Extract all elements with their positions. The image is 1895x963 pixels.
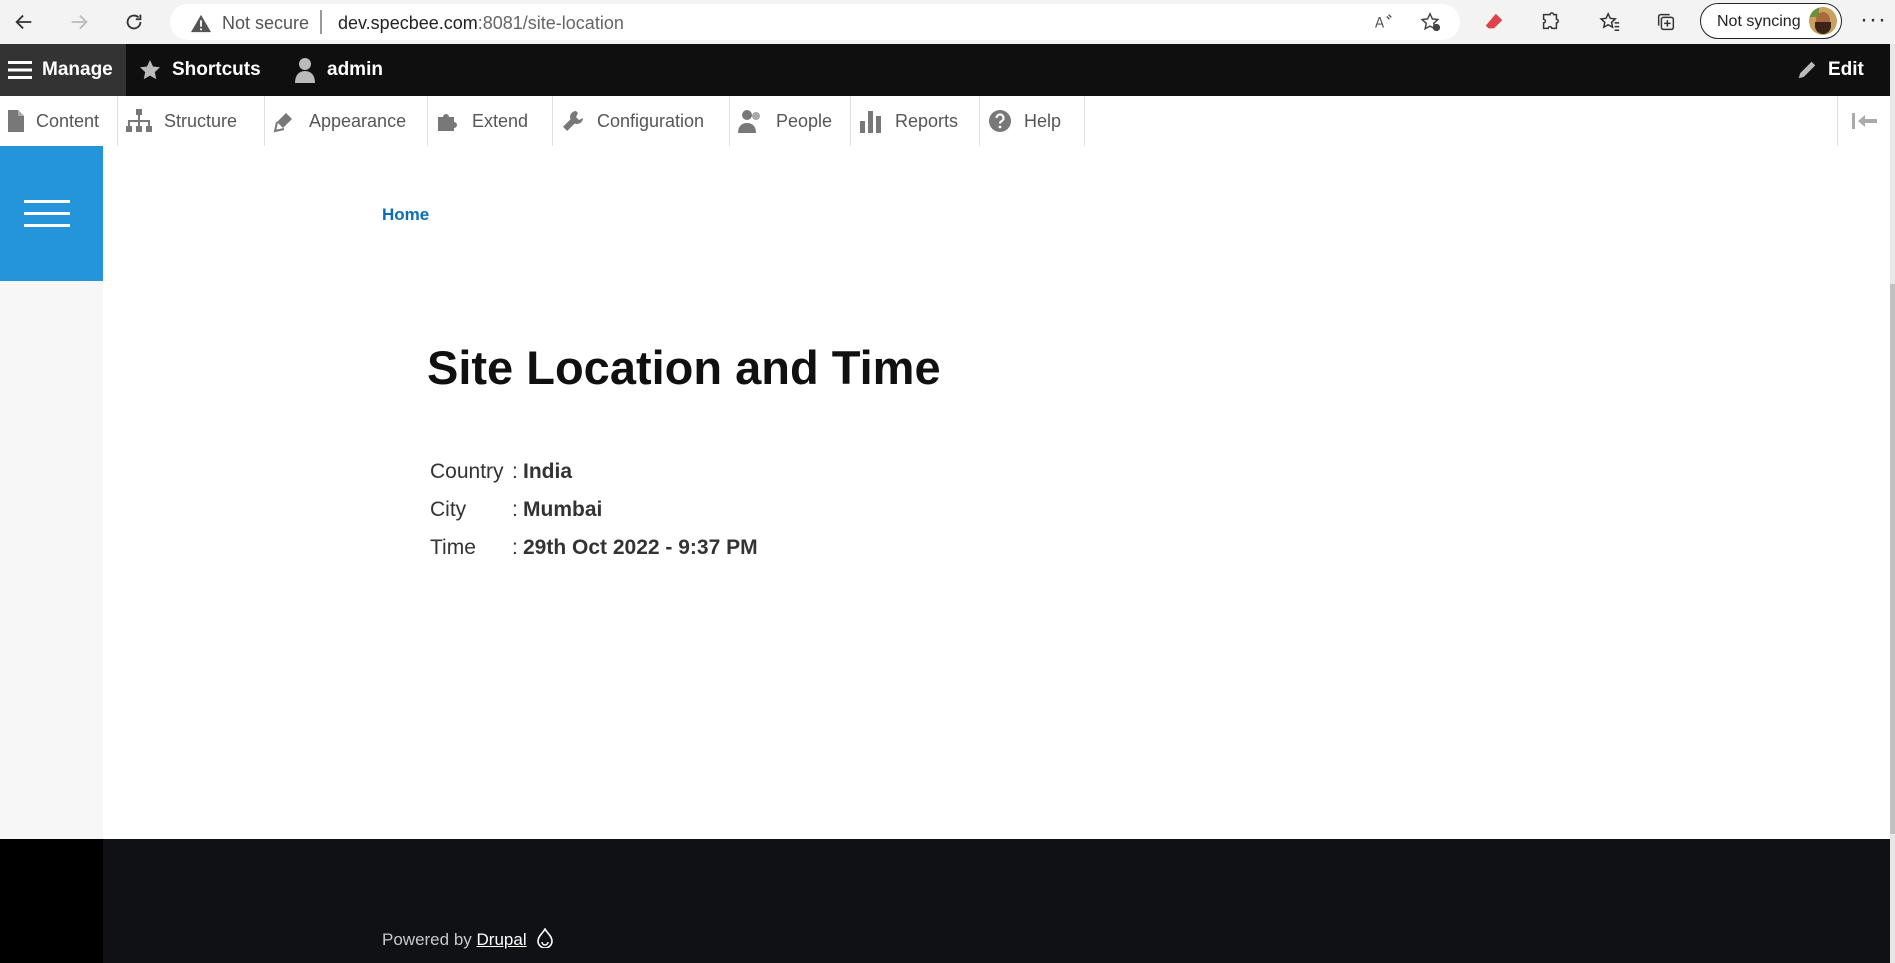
collapse-left-icon	[1851, 113, 1877, 129]
tray-item-structure[interactable]: Structure	[118, 96, 265, 146]
reload-button[interactable]	[120, 8, 148, 36]
info-label: City	[430, 498, 467, 521]
breadcrumb-home[interactable]: Home	[382, 205, 429, 225]
shortcuts-button[interactable]: Shortcuts	[130, 44, 261, 96]
favorite-button[interactable]	[1416, 8, 1444, 36]
tray-label-configuration: Configuration	[597, 110, 705, 131]
arrow-right-icon	[71, 14, 88, 30]
extensions-button[interactable]	[1536, 8, 1564, 36]
sync-label: Not syncing	[1717, 13, 1801, 30]
tray-item-content[interactable]: Content	[0, 96, 118, 146]
puzzle-icon	[1542, 12, 1559, 30]
tray-item-reports[interactable]: Reports	[851, 96, 980, 146]
manage-button[interactable]: Manage	[0, 44, 126, 96]
people-icon	[738, 110, 760, 133]
menu-icon	[8, 61, 32, 79]
tray-item-extend[interactable]: Extend	[428, 96, 553, 146]
read-aloud-icon: A	[1375, 14, 1392, 32]
page-title: Site Location and Time	[427, 341, 941, 394]
favorites-button[interactable]	[1596, 8, 1624, 36]
star-add-icon	[1420, 12, 1441, 32]
warning-icon[interactable]	[190, 13, 212, 33]
info-label: Time	[430, 536, 476, 559]
wrench-icon	[563, 111, 583, 131]
tray-orientation-toggle[interactable]	[1837, 96, 1891, 146]
back-button[interactable]	[10, 8, 38, 36]
avatar	[1809, 7, 1837, 35]
forward-button[interactable]	[65, 8, 93, 36]
tray-label-help: Help	[1024, 110, 1062, 131]
collections-icon	[1657, 13, 1675, 31]
svg-text:A: A	[1375, 16, 1385, 32]
user-label: admin	[327, 59, 383, 80]
drupal-drop-icon	[537, 927, 554, 949]
structure-icon	[126, 109, 152, 132]
pencil-icon	[1798, 61, 1816, 79]
tray-label-people: People	[776, 110, 833, 131]
favorites-icon	[1599, 11, 1620, 31]
paint-roller-icon	[273, 113, 292, 133]
security-label[interactable]: Not secure	[222, 13, 309, 34]
info-value: Mumbai	[523, 498, 603, 521]
powered-by: Powered by Drupal	[382, 927, 554, 950]
help-icon	[989, 110, 1011, 132]
profile-sync-button[interactable]: Not syncing	[1700, 3, 1842, 39]
scroll-thumb[interactable]	[1890, 284, 1895, 834]
info-value: 29th Oct 2022 - 9:37 PM	[523, 536, 758, 559]
admin-toolbar: Manage Shortcuts admin Edit	[0, 44, 1890, 96]
collections-button[interactable]	[1652, 8, 1680, 36]
read-aloud-button[interactable]: A	[1370, 8, 1398, 36]
tray-label-content: Content	[36, 110, 100, 131]
main-content	[103, 146, 1890, 839]
powered-by-text: Powered by	[382, 930, 472, 949]
tray-label-appearance: Appearance	[309, 110, 407, 131]
url-divider	[320, 10, 322, 34]
user-button[interactable]: admin	[285, 44, 383, 96]
tray-item-configuration[interactable]: Configuration	[553, 96, 730, 146]
shortcuts-label: Shortcuts	[172, 59, 261, 80]
tray-item-people[interactable]: People	[730, 96, 851, 146]
bar-chart-icon	[860, 111, 881, 133]
drupal-link[interactable]: Drupal	[477, 930, 527, 949]
file-icon	[8, 110, 24, 132]
user-icon	[295, 58, 315, 83]
tray-label-reports: Reports	[895, 110, 959, 131]
arrow-left-icon	[15, 14, 32, 30]
site-menu-button[interactable]	[0, 146, 103, 281]
edit-label: Edit	[1828, 59, 1864, 80]
tray-item-help[interactable]: Help	[980, 96, 1085, 146]
url-text[interactable]: dev.specbee.com:8081/site-location	[338, 13, 624, 34]
info-value: India	[523, 460, 573, 483]
page-scrollbar[interactable]	[1890, 44, 1895, 963]
tray-item-appearance[interactable]: Appearance	[265, 96, 428, 146]
footer-gutter	[0, 839, 103, 963]
tray-label-extend: Extend	[472, 110, 529, 131]
site-footer	[103, 839, 1890, 963]
browser-chrome: Not secure dev.specbee.com:8081/site-loc…	[0, 0, 1895, 44]
admin-tray: Content Structure Appearance Extend Conf…	[0, 96, 1890, 147]
edit-button[interactable]: Edit	[1788, 44, 1864, 96]
info-label: Country	[430, 460, 504, 483]
eraser-icon	[1485, 13, 1503, 29]
more-menu-icon[interactable]: ···	[1860, 6, 1887, 34]
extension-eraser-button[interactable]	[1480, 8, 1508, 36]
star-icon	[140, 60, 160, 80]
tray-label-structure: Structure	[164, 110, 238, 131]
address-bar[interactable]: Not secure dev.specbee.com:8081/site-loc…	[170, 4, 1460, 40]
puzzle-piece-icon	[438, 114, 457, 131]
manage-label: Manage	[42, 59, 113, 80]
reload-icon	[126, 14, 142, 30]
